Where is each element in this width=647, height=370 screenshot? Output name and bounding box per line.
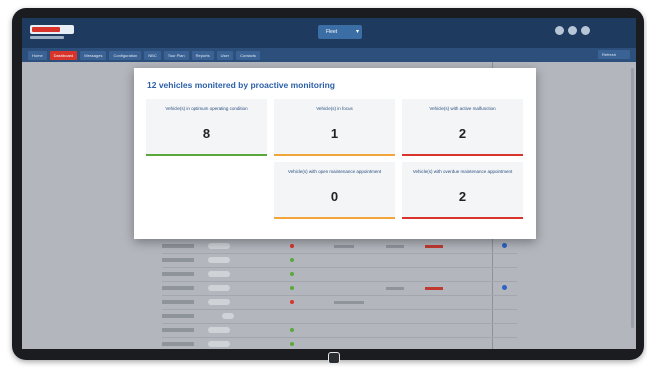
header-actions [555,26,628,35]
status-bar [402,217,523,219]
table-row[interactable] [162,310,517,324]
table-row[interactable] [162,296,517,310]
nav-tab-messages[interactable]: Messages [80,50,107,60]
settings-icon[interactable] [568,26,577,35]
table-row[interactable] [162,338,517,349]
vehicle-table [162,240,517,349]
scrollbar[interactable] [631,68,634,328]
status-bar [402,154,523,156]
card-value: 2 [458,126,467,141]
card-label: Vehicle(s) in optimum operating conditio… [165,106,248,111]
nav-tab-reports[interactable]: Reports [191,50,214,60]
card-value: 0 [330,189,339,204]
nav-tab-home[interactable]: Home [28,50,47,60]
card-label: Vehicle(s) with active malfunction [429,106,496,111]
card-overdue-maintenance[interactable]: Vehicle(s) with overdue maintenance appo… [402,162,523,219]
mail-icon[interactable] [555,26,564,35]
status-bar [274,154,395,156]
card-optimum[interactable]: Vehicle(s) in optimum operating conditio… [146,99,267,156]
nav-tab-nbc[interactable]: NBC [144,50,161,60]
table-row[interactable] [162,254,517,268]
user-icon[interactable] [581,26,590,35]
table-row[interactable] [162,268,517,282]
nav-tab-dashboard[interactable]: Dashboard [49,50,78,60]
card-open-maintenance[interactable]: Vehicle(s) with open maintenance appoint… [274,162,395,219]
nav-tab-tour-plan[interactable]: Tour Plan [163,50,189,60]
top-header: Fleet ▾ [22,18,636,48]
fleet-select-value: Fleet [326,29,338,35]
main-nav: Home Dashboard Messages Configuration NB… [22,48,636,62]
table-row[interactable] [162,282,517,296]
table-row[interactable] [162,324,517,338]
brand-logo [30,25,74,41]
card-label: Vehicle(s) in focus [316,106,353,111]
nav-tab-contacts[interactable]: Contacts [236,50,260,60]
card-in-focus[interactable]: Vehicle(s) in focus 1 [274,99,395,156]
nav-tab-configuration[interactable]: Configuration [109,50,142,60]
card-value: 8 [202,126,211,141]
fleet-select[interactable]: Fleet ▾ [318,25,362,39]
dialog-title: 12 vehicles monitered by proactive monit… [147,80,335,90]
table-row[interactable] [162,240,517,254]
monitoring-summary-dialog: 12 vehicles monitered by proactive monit… [134,68,536,239]
card-value: 2 [458,189,467,204]
card-value: 1 [330,126,339,141]
status-bar [146,154,267,156]
refresh-button[interactable]: Refresh [598,50,630,59]
nav-tab-user[interactable]: User [216,50,234,60]
device-home-button [328,352,340,364]
status-bar [274,217,395,219]
card-label: Vehicle(s) with overdue maintenance appo… [412,169,513,174]
chevron-down-icon: ▾ [355,29,359,35]
card-active-malfunction[interactable]: Vehicle(s) with active malfunction 2 [402,99,523,156]
card-label: Vehicle(s) with open maintenance appoint… [287,169,382,174]
